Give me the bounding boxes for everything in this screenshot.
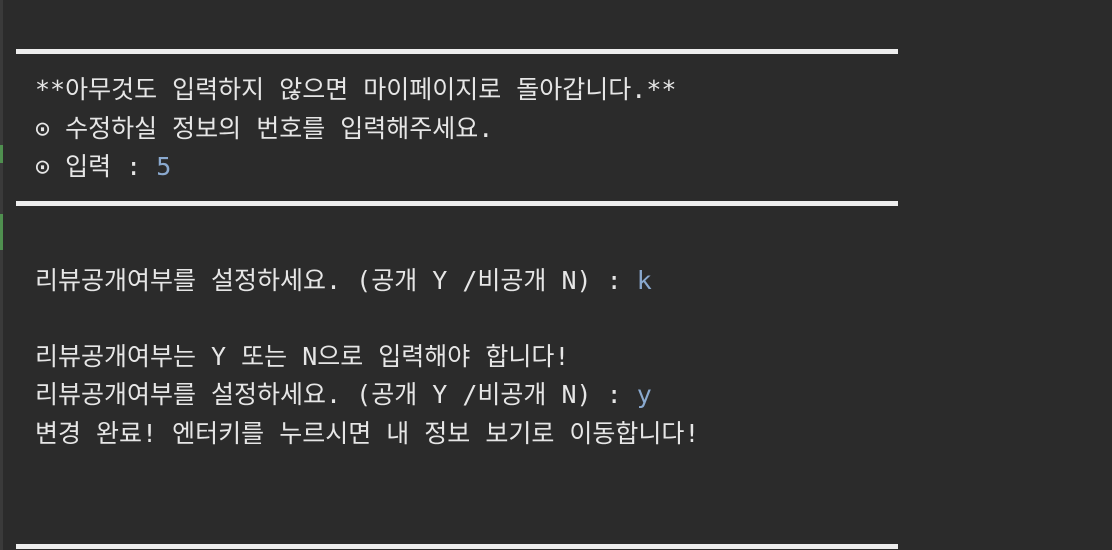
review-prompt-line: 리뷰공개여부를 설정하세요. (공개 Y /비공개 N) : y	[35, 380, 652, 410]
gutter-marker	[0, 145, 3, 163]
gutter-marker	[0, 232, 3, 250]
separator-rule	[16, 544, 898, 549]
bullet-icon: ⊙	[35, 152, 51, 181]
prompt-line: ⊙ 수정하실 정보의 번호를 입력해주세요.	[35, 114, 493, 144]
editor-gutter	[0, 0, 3, 550]
separator-rule	[16, 49, 898, 54]
notice-line: **아무것도 입력하지 않으면 마이페이지로 돌아갑니다.**	[35, 75, 676, 105]
prompt-text: 수정하실 정보의 번호를 입력해주세요.	[65, 114, 494, 143]
separator-rule	[16, 201, 898, 206]
input-line: ⊙ 입력 : 5	[35, 152, 171, 182]
bullet-icon: ⊙	[35, 114, 51, 143]
review-prompt-text: 리뷰공개여부를 설정하세요. (공개 Y /비공개 N) :	[35, 380, 637, 409]
review-prompt-line: 리뷰공개여부를 설정하세요. (공개 Y /비공개 N) : k	[35, 266, 652, 296]
review-prompt-text: 리뷰공개여부를 설정하세요. (공개 Y /비공개 N) :	[35, 266, 637, 295]
done-line: 변경 완료! 엔터키를 누르시면 내 정보 보기로 이동합니다!	[35, 419, 699, 449]
console-output[interactable]: **아무것도 입력하지 않으면 마이페이지로 돌아갑니다.** ⊙ 수정하실 정…	[0, 0, 1112, 550]
notice-text: **아무것도 입력하지 않으면 마이페이지로 돌아갑니다.**	[35, 75, 677, 104]
input-label: 입력 :	[65, 152, 157, 181]
done-text: 변경 완료! 엔터키를 누르시면 내 정보 보기로 이동합니다!	[35, 419, 700, 448]
user-input-value[interactable]: k	[637, 266, 652, 295]
error-text: 리뷰공개여부는 Y 또는 N으로 입력해야 합니다!	[35, 342, 570, 371]
error-line: 리뷰공개여부는 Y 또는 N으로 입력해야 합니다!	[35, 342, 569, 372]
gutter-marker	[0, 214, 3, 232]
user-input-value[interactable]: 5	[156, 152, 171, 181]
user-input-value[interactable]: y	[637, 380, 652, 409]
